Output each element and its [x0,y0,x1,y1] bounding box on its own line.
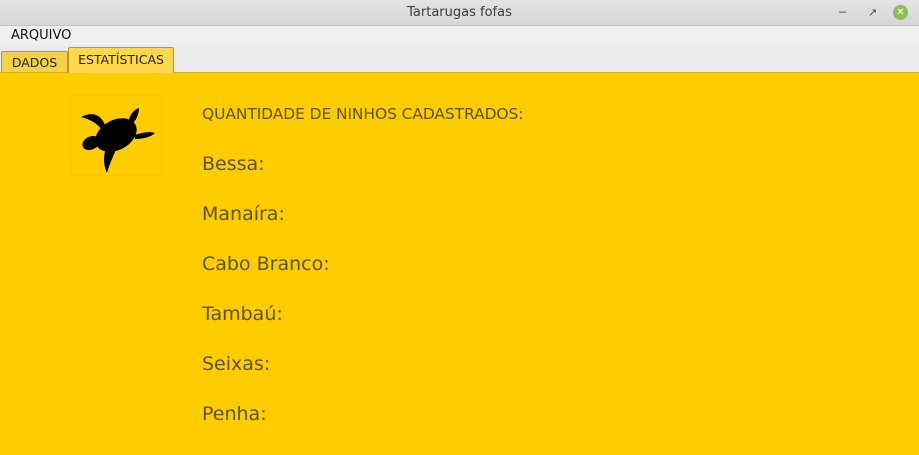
minimize-button[interactable]: ─ [834,4,851,21]
menu-item-arquivo[interactable]: ARQUIVO [11,27,71,44]
tab-dados[interactable]: DADOS [1,51,68,72]
minimize-icon: ─ [839,6,846,19]
beach-label-tambau: Tambaú: [202,303,283,325]
tab-estatisticas[interactable]: ESTATÍSTICAS [68,47,174,73]
beach-label-penha: Penha: [202,403,267,425]
close-button[interactable]: ✕ [893,5,908,20]
window-title: Tartarugas fofas [407,5,512,20]
stats-heading: QUANTIDADE DE NINHOS CADASTRADOS: [202,105,524,123]
beach-label-manaira: Manaíra: [202,203,285,225]
title-bar: Tartarugas fofas ─ ↗ ✕ [0,0,919,26]
turtle-logo [71,95,162,176]
beach-label-bessa: Bessa: [202,153,265,175]
beach-label-cabo-branco: Cabo Branco: [202,253,330,275]
turtle-icon [81,108,155,173]
maximize-icon: ↗ [867,6,878,19]
statistics-panel: QUANTIDADE DE NINHOS CADASTRADOS: Bessa:… [0,73,919,455]
tab-bar: DADOS ESTATÍSTICAS [0,45,919,73]
maximize-button[interactable]: ↗ [864,4,881,21]
beach-label-seixas: Seixas: [202,353,271,375]
menu-bar: ARQUIVO [0,26,919,45]
close-icon: ✕ [896,7,905,18]
